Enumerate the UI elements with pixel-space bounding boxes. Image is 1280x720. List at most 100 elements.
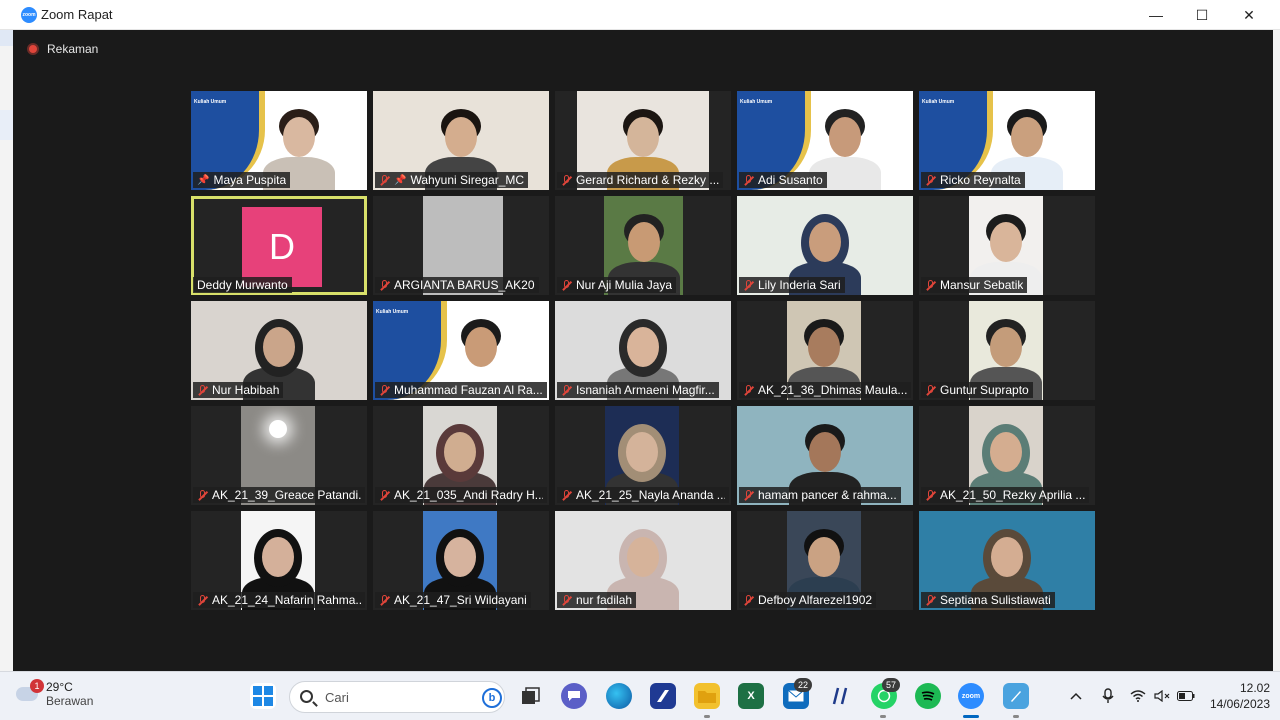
face bbox=[444, 432, 476, 472]
spotify-icon bbox=[921, 691, 935, 701]
paint-app-button[interactable] bbox=[1003, 683, 1029, 709]
participant-tile[interactable]: Kuliah Umum 📌 Maya Puspita bbox=[191, 91, 367, 190]
participant-tile[interactable]: AK_21_24_Nafarin Rahma... bbox=[191, 511, 367, 610]
spotify-button[interactable] bbox=[915, 683, 941, 709]
participant-tile[interactable]: AK_21_25_Nayla Ananda ... bbox=[555, 406, 731, 505]
face bbox=[626, 432, 658, 472]
participant-nameplate: Nur Aji Mulia Jaya bbox=[557, 277, 677, 293]
spotlight-pin-icon: 📌 bbox=[197, 174, 210, 186]
file-explorer-button[interactable] bbox=[694, 683, 720, 709]
participant-tile[interactable]: Kuliah Umum Ricko Reynalta bbox=[919, 91, 1095, 190]
search-icon bbox=[300, 690, 313, 703]
background-window-edge-right bbox=[1273, 30, 1280, 671]
mic-muted-icon bbox=[379, 384, 390, 396]
participant-name: Adi Susanto bbox=[758, 173, 823, 187]
task-view-icon bbox=[522, 687, 540, 704]
slide-heading: Kuliah Umum bbox=[922, 99, 955, 105]
participant-nameplate: Nur Habibah bbox=[193, 382, 284, 398]
mic-muted-icon bbox=[925, 384, 936, 396]
hashtag-app-button[interactable] bbox=[827, 683, 853, 709]
weather-condition: Berawan bbox=[46, 694, 94, 708]
task-view-button[interactable] bbox=[517, 683, 543, 709]
participant-tile[interactable]: Gerard Richard & Rezky ... bbox=[555, 91, 731, 190]
app-launcher-button[interactable] bbox=[650, 683, 676, 709]
participant-tile[interactable]: Septiana Sulistiawati bbox=[919, 511, 1095, 610]
zoom-taskbar-button[interactable]: zoom bbox=[958, 683, 984, 709]
face bbox=[990, 432, 1022, 472]
taskbar-search[interactable]: Cari b bbox=[289, 681, 505, 713]
weather-widget[interactable]: 1 29°C Berawan bbox=[16, 679, 94, 708]
participant-tile[interactable]: Mansur Sebatik bbox=[919, 196, 1095, 295]
participant-tile[interactable]: Lily Inderia Sari bbox=[737, 196, 913, 295]
participant-tile[interactable]: nur fadilah bbox=[555, 511, 731, 610]
microphone-icon[interactable] bbox=[1096, 684, 1120, 708]
close-button[interactable]: ✕ bbox=[1226, 0, 1272, 30]
excel-button[interactable]: X bbox=[738, 683, 764, 709]
face bbox=[444, 537, 476, 577]
participant-tile[interactable]: Isnaniah Armaeni Magfir... bbox=[555, 301, 731, 400]
participant-tile[interactable]: Guntur Suprapto bbox=[919, 301, 1095, 400]
participant-nameplate: AK_21_50_Rezky Aprilia ... bbox=[921, 487, 1090, 503]
volume-muted-icon[interactable] bbox=[1150, 684, 1174, 708]
mic-muted-icon bbox=[743, 594, 754, 606]
minimize-button[interactable]: — bbox=[1133, 0, 1179, 30]
face bbox=[627, 537, 659, 577]
paint-icon bbox=[1011, 691, 1021, 702]
whatsapp-badge: 57 bbox=[882, 678, 900, 692]
participant-tile[interactable]: ARGIANTA BARUS_AK20 bbox=[373, 196, 549, 295]
participant-tile[interactable]: Kuliah Umum Muhammad Fauzan Al Ra... bbox=[373, 301, 549, 400]
face bbox=[627, 117, 659, 157]
participant-tile[interactable]: D Deddy Murwanto bbox=[191, 196, 367, 295]
participant-nameplate: AK_21_36_Dhimas Maula... bbox=[739, 382, 911, 398]
participant-nameplate: Deddy Murwanto bbox=[193, 277, 292, 293]
participant-tile[interactable]: AK_21_47_Sri Wildayani bbox=[373, 511, 549, 610]
start-button[interactable] bbox=[250, 683, 276, 709]
participant-name: Nur Aji Mulia Jaya bbox=[576, 278, 673, 292]
mic-muted-icon bbox=[743, 174, 754, 186]
spotlight-pin-icon: 📌 bbox=[394, 174, 407, 186]
participant-nameplate: Ricko Reynalta bbox=[921, 172, 1025, 188]
title-bar: zoom Zoom Rapat — ☐ ✕ bbox=[0, 0, 1280, 30]
slide-heading: Kuliah Umum bbox=[740, 99, 773, 105]
participant-tile[interactable]: Nur Habibah bbox=[191, 301, 367, 400]
participant-name: Maya Puspita bbox=[213, 173, 287, 187]
participant-name: Ricko Reynalta bbox=[940, 173, 1021, 187]
face bbox=[627, 327, 659, 367]
participant-tile[interactable]: AK_21_50_Rezky Aprilia ... bbox=[919, 406, 1095, 505]
participant-tile[interactable]: hamam pancer & rahma... bbox=[737, 406, 913, 505]
teams-chat-button[interactable] bbox=[561, 683, 587, 709]
background-window-edge bbox=[0, 30, 13, 671]
avatar: D bbox=[242, 207, 322, 287]
mic-muted-icon bbox=[197, 489, 208, 501]
participant-nameplate: Lily Inderia Sari bbox=[739, 277, 845, 293]
maximize-button[interactable]: ☐ bbox=[1179, 0, 1225, 30]
mic-muted-icon bbox=[561, 384, 572, 396]
chat-icon bbox=[568, 691, 580, 701]
record-dot-icon bbox=[27, 43, 39, 55]
face bbox=[829, 117, 861, 157]
face bbox=[809, 222, 841, 262]
participant-name: Nur Habibah bbox=[212, 383, 280, 397]
participant-tile[interactable]: Defboy Alfarezel1902 bbox=[737, 511, 913, 610]
participant-tile[interactable]: AK_21_035_Andi Radry H... bbox=[373, 406, 549, 505]
participant-tile[interactable]: AK_21_36_Dhimas Maula... bbox=[737, 301, 913, 400]
mic-muted-icon bbox=[561, 594, 572, 606]
chevron-up-icon[interactable] bbox=[1064, 684, 1088, 708]
wifi-icon[interactable] bbox=[1126, 684, 1150, 708]
recording-indicator[interactable]: Rekaman bbox=[27, 42, 98, 56]
participant-tile[interactable]: Nur Aji Mulia Jaya bbox=[555, 196, 731, 295]
participant-nameplate: AK_21_24_Nafarin Rahma... bbox=[193, 592, 365, 608]
participant-tile[interactable]: Kuliah Umum Adi Susanto bbox=[737, 91, 913, 190]
participant-tile[interactable]: AK_21_39_Greace Patandi... bbox=[191, 406, 367, 505]
participant-tile[interactable]: 📌 Wahyuni Siregar_MC bbox=[373, 91, 549, 190]
participant-nameplate: Defboy Alfarezel1902 bbox=[739, 592, 877, 608]
face bbox=[465, 327, 497, 367]
battery-icon[interactable] bbox=[1174, 684, 1198, 708]
participant-nameplate: ARGIANTA BARUS_AK20 bbox=[375, 277, 539, 293]
clock[interactable]: 12.02 14/06/2023 bbox=[1210, 680, 1270, 712]
participant-name: nur fadilah bbox=[576, 593, 633, 607]
face bbox=[283, 117, 315, 157]
edge-browser-button[interactable] bbox=[606, 683, 632, 709]
participant-nameplate: Gerard Richard & Rezky ... bbox=[557, 172, 724, 188]
participant-nameplate: Mansur Sebatik bbox=[921, 277, 1028, 293]
